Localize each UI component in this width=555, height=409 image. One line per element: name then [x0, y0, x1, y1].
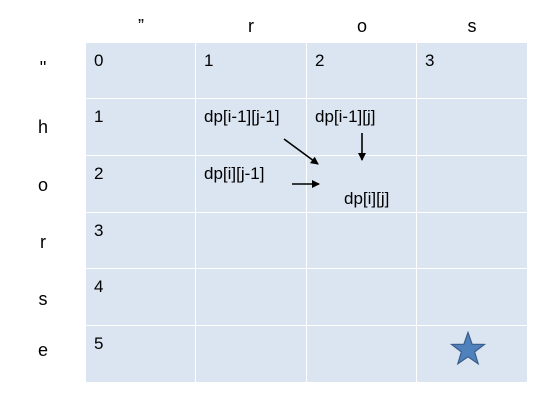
- star-icon: [450, 331, 486, 366]
- col-header-s: s: [467, 16, 477, 36]
- cell-5-0: 5: [86, 326, 196, 382]
- col-header-r: r: [248, 16, 254, 36]
- cell-4-2: [307, 269, 417, 326]
- cell-value: 2: [315, 51, 325, 70]
- row-header-empty: '': [39, 58, 47, 78]
- cell-value: 2: [94, 164, 104, 183]
- label-dp-i-j: dp[i][j]: [344, 189, 390, 208]
- cell-3-0: 3: [86, 213, 196, 269]
- col-header-o: o: [356, 16, 367, 36]
- cell-4-3: [417, 269, 527, 326]
- cell-3-2: [307, 213, 417, 269]
- cell-0-2: 2: [307, 43, 417, 99]
- cell-value: 3: [425, 51, 435, 70]
- cell-0-3: 3: [417, 43, 527, 99]
- cell-5-1: [196, 326, 307, 382]
- label-dp-i-1-j-1: dp[i-1][j-1]: [204, 107, 280, 126]
- cell-3-3: [417, 213, 527, 269]
- row-header-h: h: [37, 117, 48, 137]
- col-header-empty: ”: [138, 16, 144, 36]
- cell-4-0: 4: [86, 269, 196, 326]
- cell-value: 4: [94, 277, 104, 296]
- cell-value: 5: [94, 334, 104, 353]
- cell-3-1: [196, 213, 307, 269]
- star-shape: [450, 331, 486, 366]
- cell-4-1: [196, 269, 307, 326]
- row-header-r: r: [40, 232, 46, 252]
- cell-2-0: 2: [86, 156, 196, 213]
- dp-table-diagram: ” r o s '' h o r s e 0 1 2 3 1 2 3 4 5 d…: [0, 0, 555, 409]
- row-header-o: o: [37, 175, 48, 195]
- row-header-s: s: [38, 289, 48, 309]
- cell-0-1: 1: [196, 43, 307, 99]
- cell-1-0: 1: [86, 99, 196, 156]
- label-dp-i-1-j: dp[i-1][j]: [315, 107, 376, 126]
- cell-value: 1: [204, 51, 214, 70]
- cell-value: 1: [94, 107, 104, 126]
- cell-2-3: [417, 156, 527, 213]
- cell-1-3: [417, 99, 527, 156]
- cell-0-0: 0: [86, 43, 196, 99]
- cell-5-2: [307, 326, 417, 382]
- cell-value: 0: [94, 51, 104, 70]
- row-header-e: e: [37, 340, 48, 360]
- label-dp-i-j-1: dp[i][j-1]: [204, 164, 265, 183]
- cell-value: 3: [94, 221, 104, 240]
